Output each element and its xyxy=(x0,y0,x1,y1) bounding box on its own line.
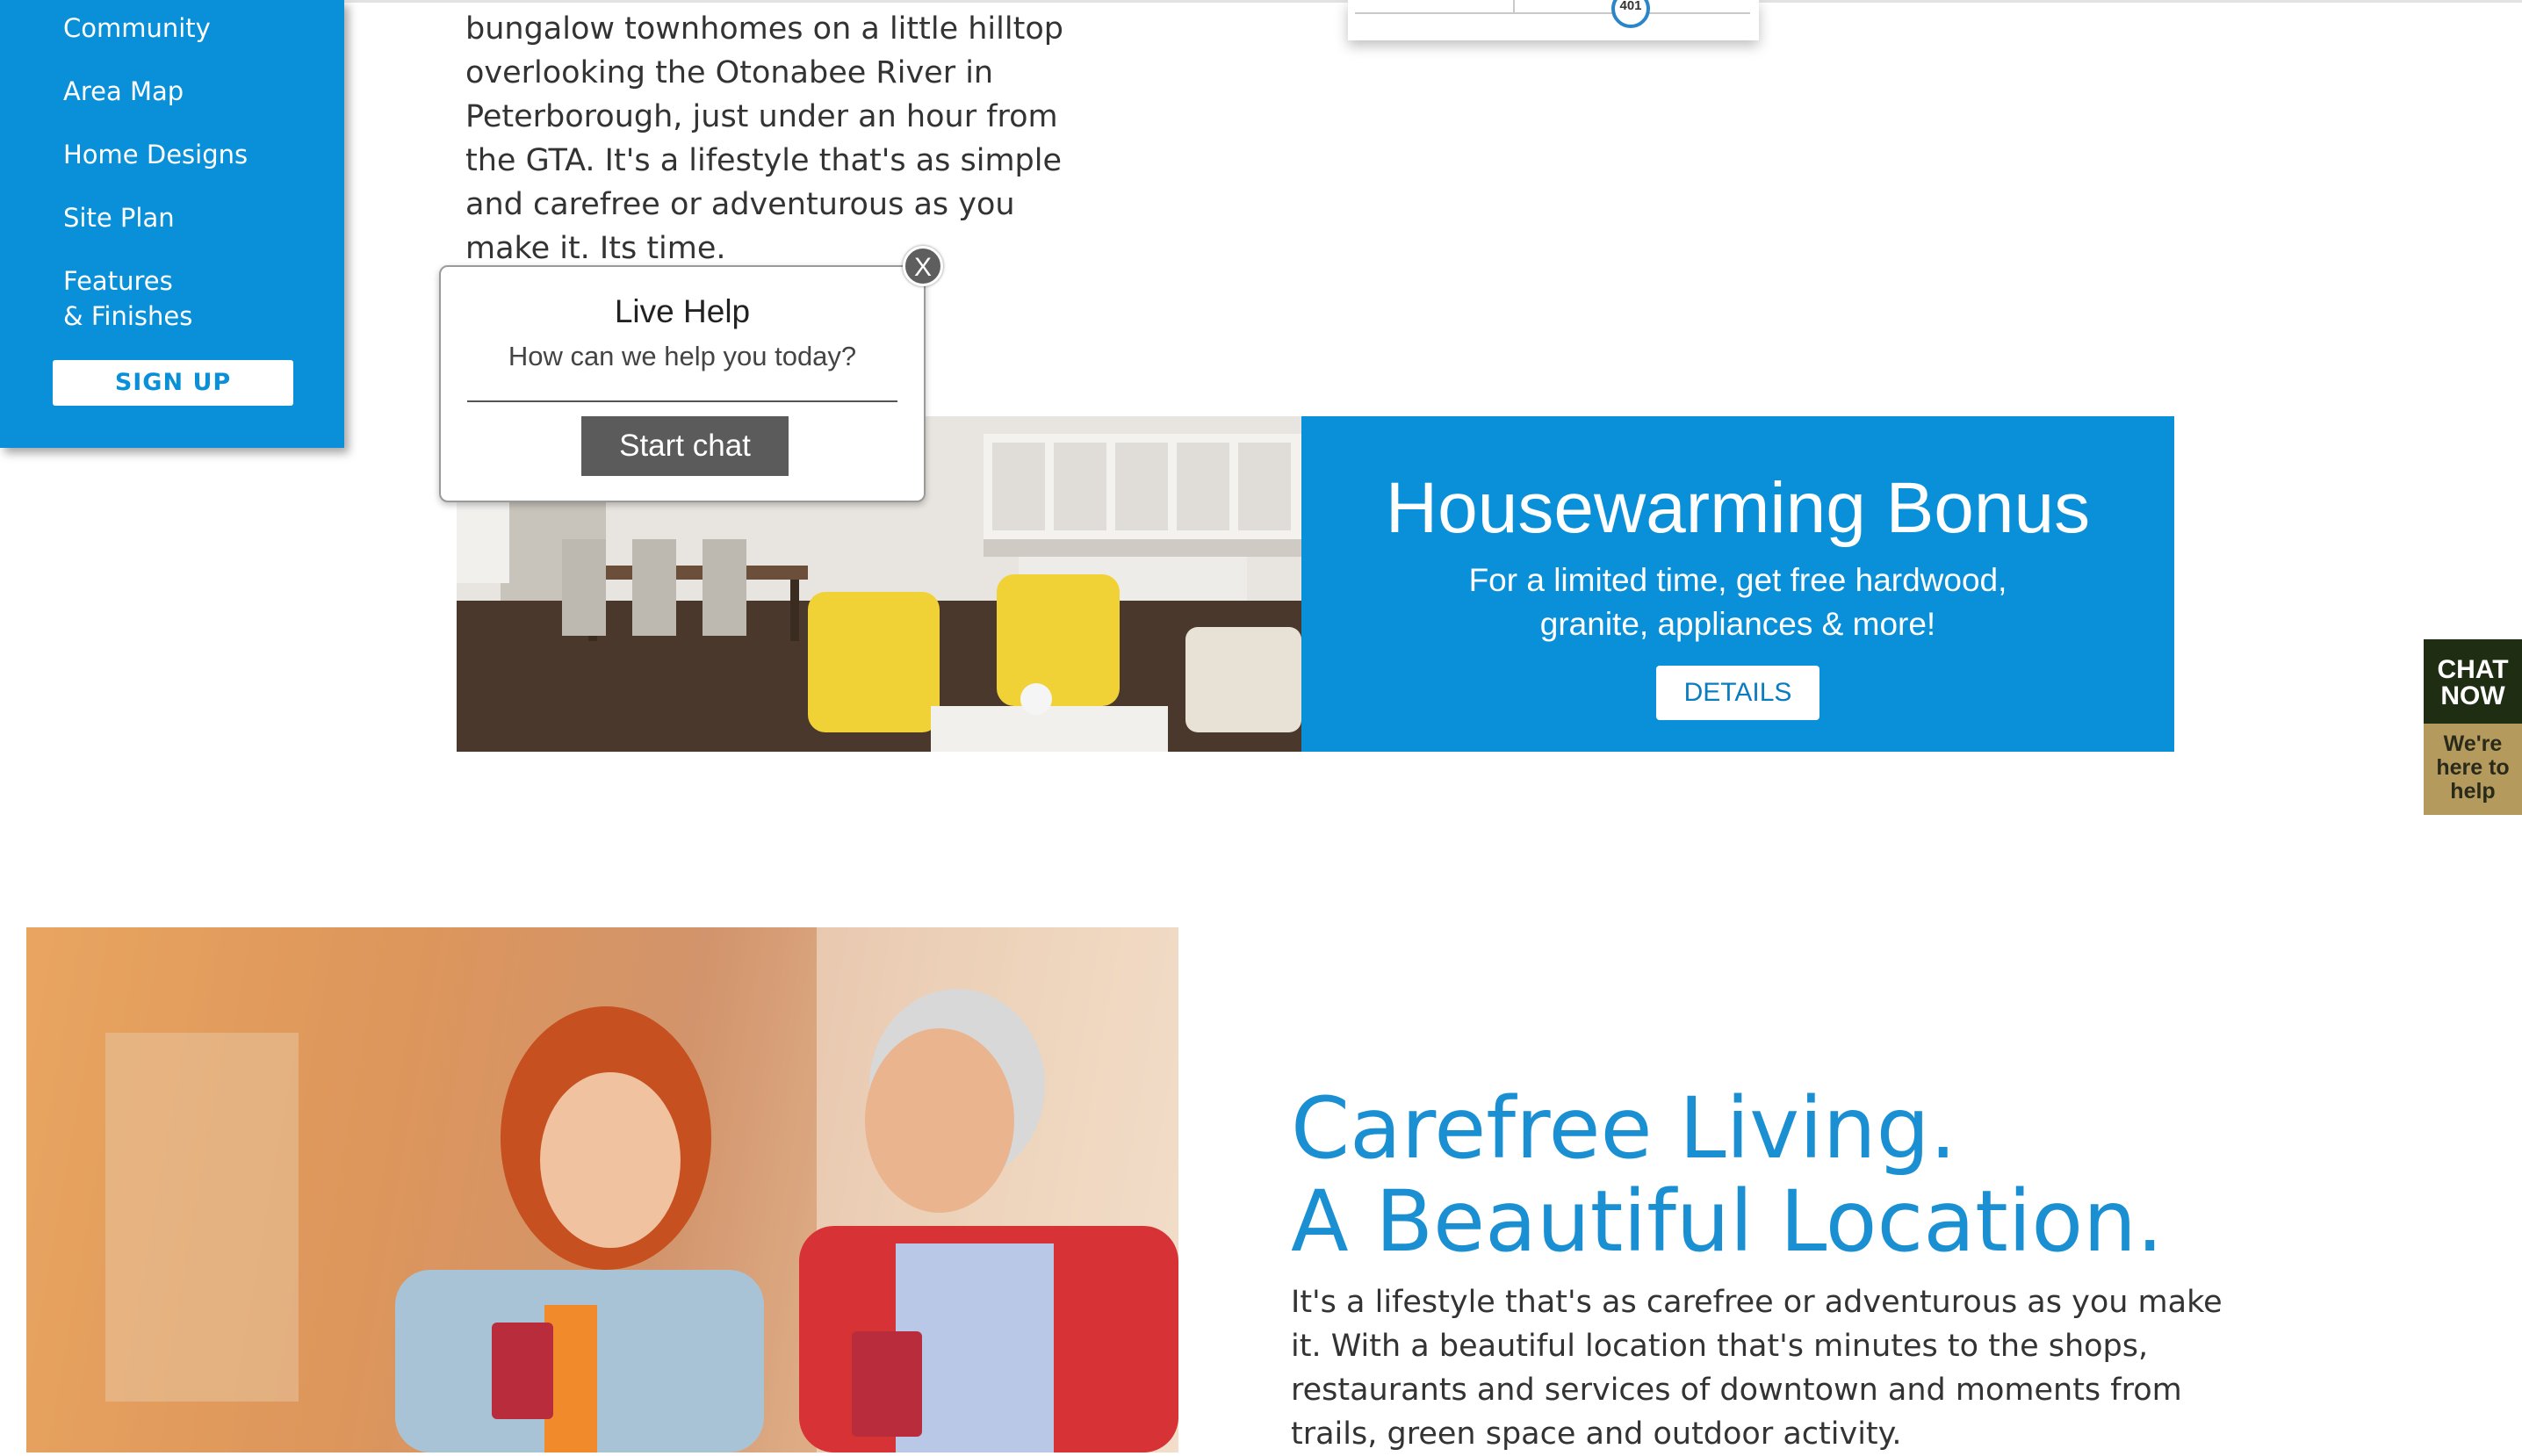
carefree-heading-line2: A Beautiful Location. xyxy=(1291,1172,2164,1271)
chat-help-line1: We're xyxy=(2443,732,2503,756)
sidebar-item-community[interactable]: Community xyxy=(63,11,211,46)
housewarming-text: For a limited time, get free hardwood, g… xyxy=(1468,562,2007,642)
chat-now-line2: NOW xyxy=(2440,681,2505,710)
chat-now-line1: CHAT xyxy=(2437,655,2509,684)
live-help-popup: Live Help How can we help you today? Sta… xyxy=(439,265,926,502)
chat-now-label: CHAT NOW xyxy=(2424,639,2522,724)
sidebar-item-features-finishes[interactable]: Features & Finishes xyxy=(63,263,192,334)
features-line2: & Finishes xyxy=(63,301,193,331)
sidebar-item-home-designs[interactable]: Home Designs xyxy=(63,137,248,172)
area-map-fragment[interactable]: 401 xyxy=(1348,0,1759,40)
highway-shield-icon: 401 xyxy=(1611,0,1650,28)
intro-text: bungalow townhomes on a little hilltop o… xyxy=(465,11,1063,266)
sidebar-item-area-map[interactable]: Area Map xyxy=(63,74,184,109)
chat-now-tab[interactable]: CHAT NOW We're here to help xyxy=(2424,639,2522,815)
housewarming-title: Housewarming Bonus xyxy=(1385,468,2091,548)
live-help-title: Live Help xyxy=(614,293,751,329)
close-icon[interactable]: X xyxy=(903,246,943,286)
signup-button[interactable]: SIGN UP xyxy=(53,360,293,406)
carefree-text: It's a lifestyle that's as carefree or a… xyxy=(1291,1285,2223,1452)
live-help-subtitle: How can we help you today? xyxy=(508,341,857,371)
chat-help-line2: here to xyxy=(2436,755,2510,780)
features-line1: Features xyxy=(63,266,173,296)
housewarming-panel: Housewarming Bonus For a limited time, g… xyxy=(1301,416,2174,752)
chat-help-line3: help xyxy=(2450,779,2496,804)
couple-photo xyxy=(26,927,1178,1452)
couple-illustration xyxy=(26,927,1178,1452)
carefree-heading-line1: Carefree Living. xyxy=(1291,1079,1957,1178)
map-road-secondary xyxy=(1513,0,1515,12)
chat-help-label: We're here to help xyxy=(2424,724,2522,815)
map-road xyxy=(1355,12,1750,14)
live-help-divider xyxy=(467,400,897,402)
carefree-heading: Carefree Living. A Beautiful Location. xyxy=(1291,1082,2432,1268)
details-button[interactable]: DETAILS xyxy=(1656,666,1819,720)
sidebar-item-site-plan[interactable]: Site Plan xyxy=(63,200,175,235)
top-border xyxy=(0,0,2522,3)
start-chat-button[interactable]: Start chat xyxy=(581,416,789,476)
sidebar-nav: Community Area Map Home Designs Site Pla… xyxy=(0,0,344,448)
